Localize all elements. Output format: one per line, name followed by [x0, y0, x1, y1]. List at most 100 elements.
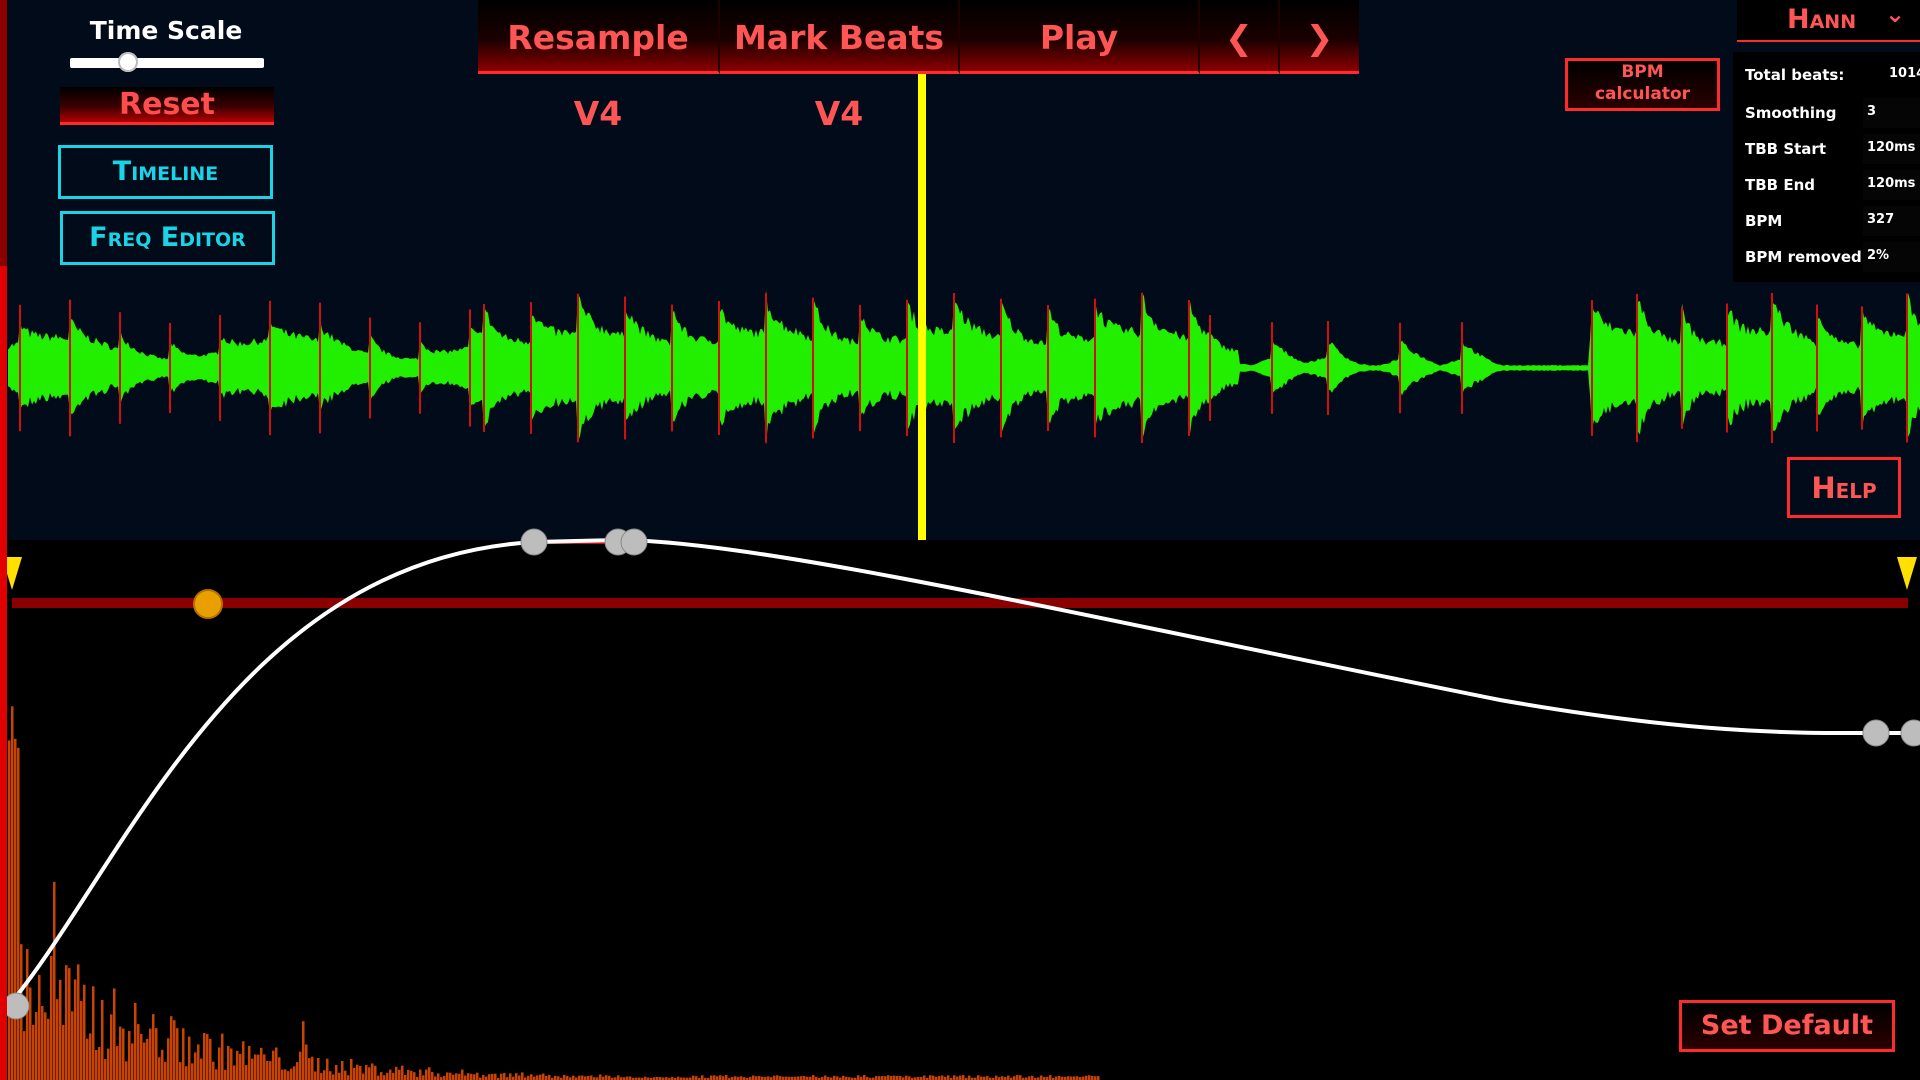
spectrum-bar: [518, 1075, 521, 1080]
spectrum-bar: [311, 1056, 314, 1080]
resample-button[interactable]: Resample V4: [478, 0, 720, 133]
frequency-range-bar[interactable]: [12, 598, 1908, 608]
spectrum-bar: [275, 1047, 278, 1080]
timeline-button[interactable]: Timeline: [58, 145, 273, 199]
spectrum-bar: [344, 1070, 347, 1080]
spectrum-bar: [956, 1076, 959, 1080]
spectrum-bar: [1019, 1075, 1022, 1080]
play-button[interactable]: Play: [960, 0, 1200, 74]
param-row-tbb-end: TBB End 120ms: [1745, 170, 1920, 200]
spectrum-bar: [377, 1075, 380, 1080]
spectrum-bar: [470, 1073, 473, 1080]
spectrum-bar: [239, 1054, 242, 1080]
spectrum-bar: [233, 1065, 236, 1080]
param-value[interactable]: 2%: [1867, 248, 1889, 263]
param-row-bpm: BPM 327: [1745, 206, 1920, 236]
spectrum-bar: [224, 1069, 227, 1080]
range-end-marker[interactable]: [1897, 557, 1917, 590]
time-scale-slider[interactable]: [70, 58, 264, 68]
bpm-calculator-button[interactable]: BPM calculator: [1565, 58, 1720, 111]
spectrum-bar: [119, 1026, 122, 1080]
spectrum-bar: [137, 1024, 140, 1080]
reset-button[interactable]: Reset: [60, 87, 274, 125]
spectrum-bar: [566, 1075, 569, 1080]
mark-beats-button[interactable]: Mark Beats V4: [720, 0, 960, 133]
param-value[interactable]: 120ms: [1867, 140, 1915, 155]
control-point[interactable]: [520, 528, 548, 556]
spectrum-bar: [962, 1075, 965, 1080]
spectrum-bar: [194, 1052, 197, 1080]
spectrum-bar: [536, 1075, 539, 1080]
spectrum-bar: [752, 1075, 755, 1080]
frequency-spectrum: [8, 706, 1100, 1080]
window-function-select[interactable]: Hann ⌄: [1737, 0, 1920, 42]
spectrum-bar: [59, 979, 62, 1080]
spectrum-bar: [890, 1075, 893, 1080]
spectrum-bar: [323, 1070, 326, 1080]
bpm-calculator-label-line2: calculator: [1594, 84, 1691, 104]
chevron-left-icon: ❮: [1225, 18, 1253, 57]
spectrum-bar: [695, 1076, 698, 1080]
next-button[interactable]: ❯: [1280, 0, 1359, 74]
spectrum-bar: [1013, 1076, 1016, 1080]
spectrum-bar: [386, 1072, 389, 1080]
spectrum-bar: [590, 1075, 593, 1080]
spectrum-bar: [515, 1073, 518, 1080]
range-handle[interactable]: [193, 589, 223, 619]
param-value[interactable]: 120ms: [1867, 176, 1915, 191]
filter-curve[interactable]: [0, 537, 1920, 1018]
spectrum-bar: [173, 1020, 176, 1080]
chevron-right-icon: ❯: [1305, 18, 1334, 57]
spectrum-bar: [1028, 1076, 1031, 1080]
spectrum-bar: [56, 999, 59, 1080]
spectrum-bar: [98, 1047, 101, 1080]
freq-editor-button[interactable]: Freq Editor: [60, 211, 275, 265]
spectrum-bar: [41, 1006, 44, 1080]
param-value[interactable]: 327: [1867, 212, 1894, 227]
audio-waveform[interactable]: [8, 289, 1920, 446]
spectrum-bar: [1040, 1075, 1043, 1080]
control-point[interactable]: [620, 528, 648, 556]
spectrum-bar: [1091, 1075, 1094, 1080]
spectrum-bar: [509, 1073, 512, 1080]
spectrum-bar: [626, 1076, 629, 1080]
param-value[interactable]: 3: [1867, 104, 1876, 119]
spectrum-bar: [278, 1057, 281, 1080]
spectrum-bar: [50, 956, 53, 1080]
spectrum-bar: [932, 1075, 935, 1080]
spectrum-bar: [104, 1059, 107, 1080]
previous-button[interactable]: ❮: [1200, 0, 1280, 74]
control-point[interactable]: [1862, 719, 1890, 747]
spectrum-bar: [92, 986, 95, 1080]
spectrum-bar: [113, 988, 116, 1080]
playhead[interactable]: [918, 74, 926, 540]
spectrum-bar: [494, 1073, 497, 1080]
spectrum-bar: [257, 1054, 260, 1080]
spectrum-bar: [29, 987, 32, 1080]
spectrum-bar: [542, 1073, 545, 1080]
spectrum-bar: [95, 1050, 98, 1080]
spectrum-bar: [71, 1011, 74, 1080]
spectrum-bar: [314, 1071, 317, 1080]
spectrum-bar: [1097, 1076, 1100, 1080]
spectrum-bar: [491, 1073, 494, 1080]
spectrum-bar: [74, 979, 77, 1080]
spectrum-bar: [458, 1073, 461, 1080]
spectrum-bar: [812, 1075, 815, 1080]
spectrum-bar: [128, 1031, 131, 1080]
set-default-button[interactable]: Set Default: [1679, 1000, 1895, 1052]
spectrum-bar: [767, 1076, 770, 1080]
param-value: 1014: [1889, 66, 1920, 81]
spectrum-bar: [977, 1075, 980, 1080]
spectrum-bar: [734, 1076, 737, 1080]
spectrum-bar: [557, 1076, 560, 1080]
help-button[interactable]: Help: [1787, 457, 1901, 518]
spectrum-bar: [692, 1075, 695, 1080]
control-point[interactable]: [1900, 719, 1920, 747]
spectrum-bar: [716, 1076, 719, 1080]
spectrum-bar: [167, 1038, 170, 1080]
spectrum-bar: [263, 1054, 266, 1080]
spectrum-bar: [293, 1066, 296, 1080]
spectrum-bar: [35, 1012, 38, 1080]
spectrum-bar: [182, 1028, 185, 1080]
